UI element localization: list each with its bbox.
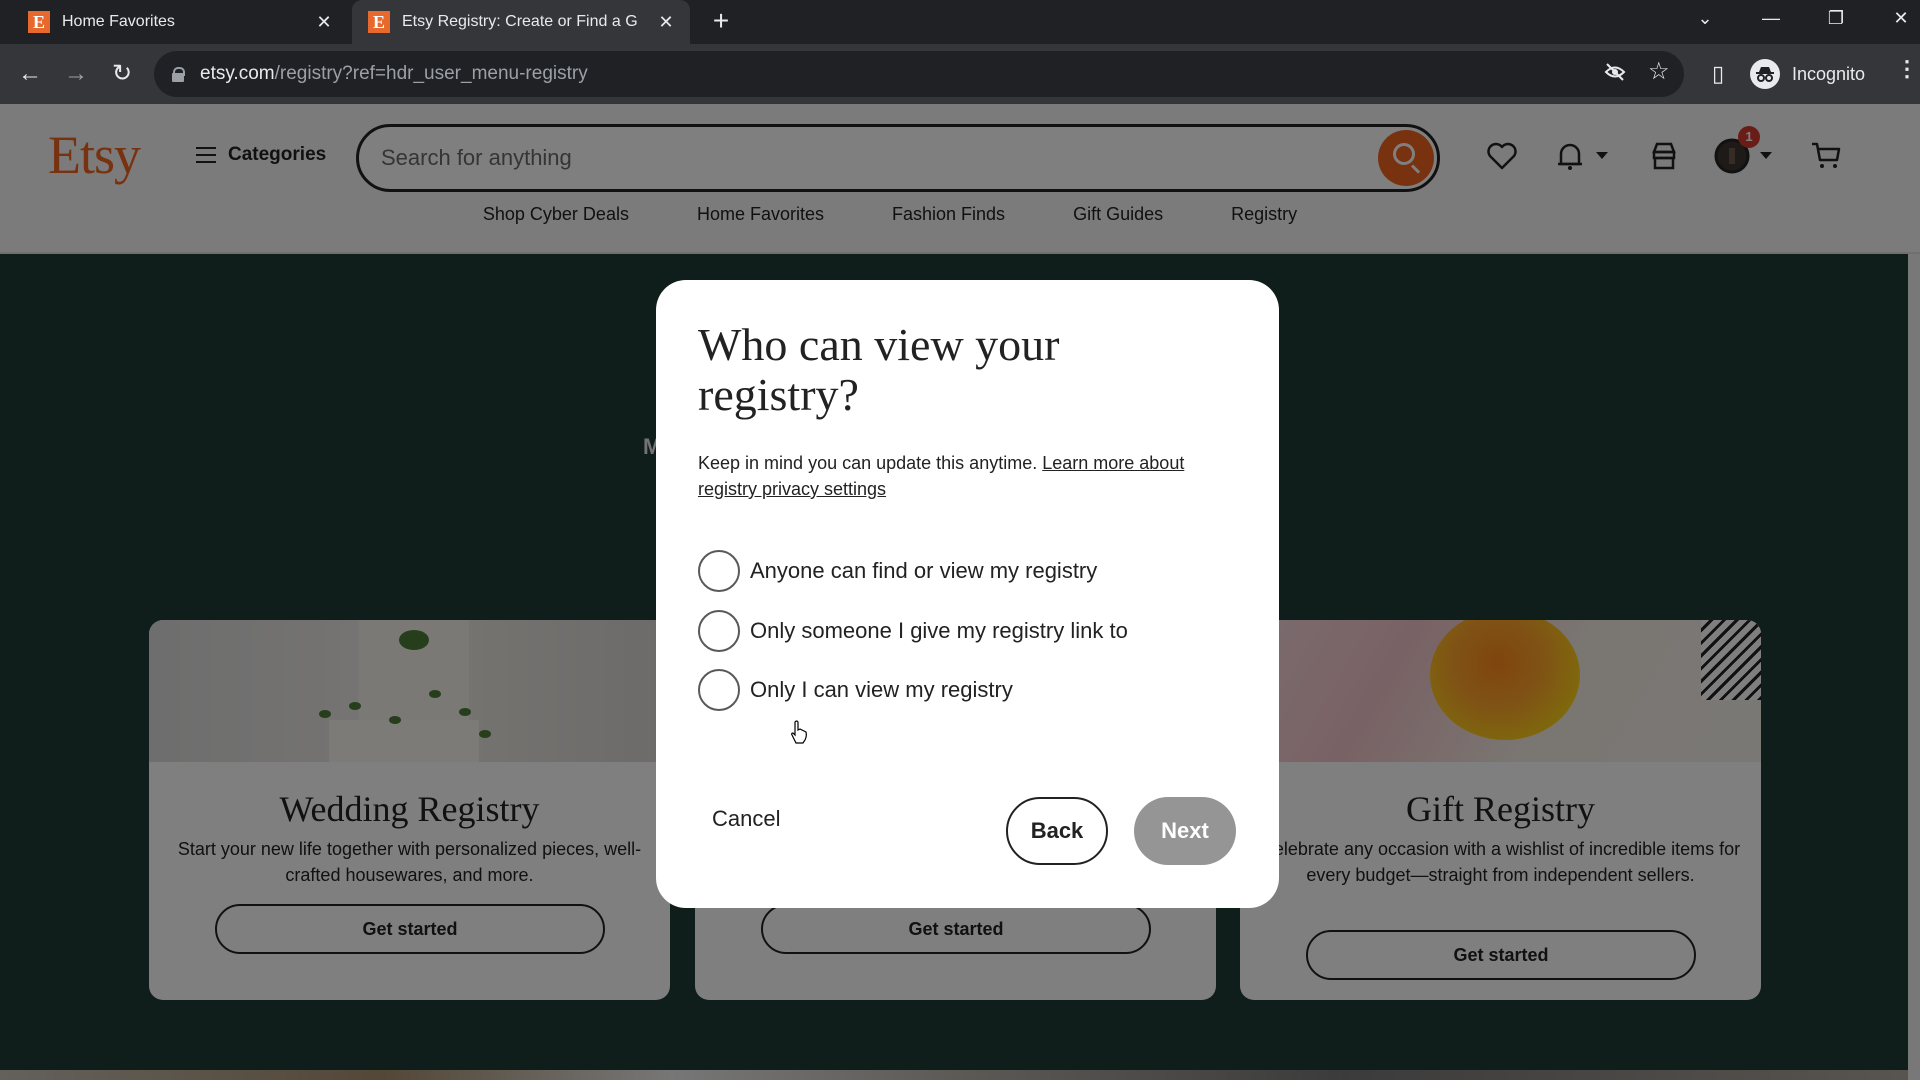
tab-title: Home Favorites	[62, 13, 175, 30]
page-viewport: Etsy Categories 1	[0, 104, 1920, 1080]
browser-tab-strip: E Home Favorites ✕ E Etsy Registry: Crea…	[0, 0, 1920, 44]
incognito-icon	[1750, 59, 1780, 89]
side-panel-icon[interactable]: ▯	[1702, 58, 1734, 90]
dialog-description: Keep in mind you can update this anytime…	[698, 453, 1185, 499]
radio-button[interactable]	[698, 669, 740, 711]
forward-icon[interactable]: →	[60, 58, 92, 90]
browser-toolbar: ← → ↻ etsy.com/registry?ref=hdr_user_men…	[0, 44, 1920, 104]
new-tab-button[interactable]: +	[706, 6, 736, 36]
radio-button[interactable]	[698, 610, 740, 652]
lock-icon[interactable]	[172, 67, 185, 82]
eye-off-icon[interactable]	[1604, 61, 1626, 89]
cancel-button[interactable]: Cancel	[712, 806, 780, 832]
back-icon[interactable]: ←	[14, 58, 46, 90]
incognito-profile-button[interactable]: Incognito	[1742, 52, 1880, 96]
address-bar[interactable]: etsy.com/registry?ref=hdr_user_menu-regi…	[154, 51, 1684, 97]
close-window-icon[interactable]: ✕	[1886, 8, 1916, 29]
radio-option-anyone[interactable]: Anyone can find or view my registry	[698, 550, 1097, 592]
etsy-favicon-icon: E	[28, 11, 50, 33]
bookmark-star-icon[interactable]: ☆	[1648, 57, 1670, 86]
dialog-title: Who can view your registry?	[698, 319, 1060, 420]
url-text[interactable]: etsy.com/registry?ref=hdr_user_menu-regi…	[200, 63, 588, 85]
tab-home-favorites[interactable]: E Home Favorites ✕	[12, 0, 348, 44]
next-button[interactable]: Next	[1134, 797, 1236, 865]
tab-title: Etsy Registry: Create or Find a G	[402, 13, 638, 30]
hand-pointer-cursor-icon	[791, 720, 807, 744]
profile-label: Incognito	[1792, 63, 1866, 84]
tab-etsy-registry[interactable]: E Etsy Registry: Create or Find a G ✕	[352, 0, 690, 44]
etsy-favicon-icon: E	[368, 11, 390, 33]
close-tab-icon[interactable]: ✕	[310, 12, 338, 33]
radio-option-link-only[interactable]: Only someone I give my registry link to	[698, 610, 1128, 652]
radio-label[interactable]: Anyone can find or view my registry	[750, 558, 1097, 584]
tab-search-icon[interactable]: ⌄	[1690, 8, 1720, 29]
reload-icon[interactable]: ↻	[106, 58, 138, 90]
radio-button[interactable]	[698, 550, 740, 592]
close-tab-icon[interactable]: ✕	[652, 12, 680, 33]
back-button[interactable]: Back	[1006, 797, 1108, 865]
radio-label[interactable]: Only I can view my registry	[750, 677, 1013, 703]
registry-privacy-dialog: Who can view your registry? Keep in mind…	[656, 280, 1279, 908]
radio-label[interactable]: Only someone I give my registry link to	[750, 618, 1128, 644]
browser-menu-icon[interactable]: ⋮	[1896, 56, 1918, 82]
radio-option-private[interactable]: Only I can view my registry	[698, 669, 1013, 711]
minimize-icon[interactable]: —	[1756, 8, 1786, 29]
restore-icon[interactable]: ❐	[1821, 8, 1851, 29]
